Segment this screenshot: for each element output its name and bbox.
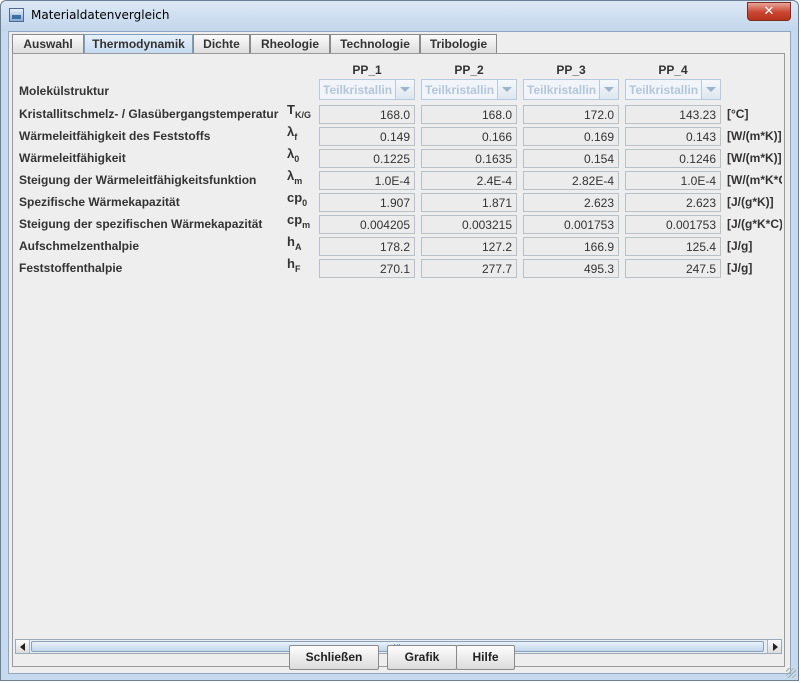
row-unit: [J/g] (727, 239, 753, 253)
value-cell[interactable]: 2.82E-4 (523, 171, 619, 190)
structure-select-value: Teilkristallin (629, 83, 699, 97)
value-cell[interactable]: 0.149 (319, 127, 415, 146)
row-label: Wärmeleitfähigkeit des Feststoffs (19, 129, 211, 143)
row-symbol: TK/G (287, 102, 311, 120)
value-cell[interactable]: 172.0 (523, 105, 619, 124)
tab-technologie[interactable]: Technologie (330, 34, 420, 53)
row-unit: [°C] (727, 107, 749, 121)
column-header: PP_3 (556, 63, 586, 77)
value-cell[interactable]: 127.2 (421, 237, 517, 256)
value-cell[interactable]: 2.623 (523, 193, 619, 212)
value-cell[interactable]: 0.143 (625, 127, 721, 146)
structure-select[interactable]: Teilkristallin (421, 79, 517, 100)
chevron-down-icon[interactable] (599, 80, 618, 99)
row-unit: [J/(g*K)] (727, 195, 774, 209)
scroll-left-arrow-icon[interactable] (16, 640, 30, 653)
value-cell[interactable]: 1.0E-4 (319, 171, 415, 190)
chevron-down-icon[interactable] (701, 80, 720, 99)
value-cell[interactable]: 0.001753 (625, 215, 721, 234)
title-bar[interactable]: Materialdatenvergleich ✕ (1, 1, 798, 31)
value-cell[interactable]: 270.1 (319, 259, 415, 278)
value-cell[interactable]: 1.907 (319, 193, 415, 212)
chevron-down-icon[interactable] (395, 80, 414, 99)
row-unit: [W/(m*K)] (727, 129, 782, 143)
value-cell[interactable]: 1.0E-4 (625, 171, 721, 190)
row-unit: [J/g] (727, 261, 753, 275)
close-button[interactable]: Schließen (289, 645, 379, 670)
comparison-table: PP_1 PP_2 PP_3 PP_4 Molekülstruktur Teil… (15, 56, 782, 636)
row-label: Spezifische Wärmekapazität (19, 195, 180, 209)
structure-select[interactable]: Teilkristallin (319, 79, 415, 100)
row-unit: [W/(m*K)] (727, 151, 782, 165)
scroll-right-arrow-icon[interactable] (767, 640, 781, 653)
close-window-button[interactable]: ✕ (747, 2, 791, 21)
structure-select-value: Teilkristallin (527, 83, 597, 97)
thermodynamics-panel: PP_1 PP_2 PP_3 PP_4 Molekülstruktur Teil… (12, 53, 785, 667)
value-cell[interactable]: 495.3 (523, 259, 619, 278)
row-symbol: cpm (287, 212, 311, 230)
value-cell[interactable]: 168.0 (421, 105, 517, 124)
tab-tribologie[interactable]: Tribologie (420, 34, 497, 53)
value-cell[interactable]: 143.23 (625, 105, 721, 124)
resize-grip-icon[interactable] (786, 668, 796, 678)
value-cell[interactable]: 0.169 (523, 127, 619, 146)
structure-select[interactable]: Teilkristallin (625, 79, 721, 100)
value-cell[interactable]: 0.001753 (523, 215, 619, 234)
column-header: PP_2 (454, 63, 484, 77)
value-cell[interactable]: 168.0 (319, 105, 415, 124)
row-label: Steigung der spezifischen Wärmekapazität (19, 217, 263, 231)
structure-select[interactable]: Teilkristallin (523, 79, 619, 100)
tab-rheologie[interactable]: Rheologie (250, 34, 330, 53)
app-icon (9, 8, 24, 22)
value-cell[interactable]: 277.7 (421, 259, 517, 278)
value-cell[interactable]: 0.1635 (421, 149, 517, 168)
value-cell[interactable]: 0.003215 (421, 215, 517, 234)
value-cell[interactable]: 125.4 (625, 237, 721, 256)
value-cell[interactable]: 0.004205 (319, 215, 415, 234)
value-cell[interactable]: 166.9 (523, 237, 619, 256)
help-button[interactable]: Hilfe (456, 645, 515, 670)
column-header: PP_4 (658, 63, 688, 77)
row-label: Wärmeleitfähigkeit (19, 151, 126, 165)
value-cell[interactable]: 178.2 (319, 237, 415, 256)
row-label-molekuelstruktur: Molekülstruktur (19, 84, 110, 98)
chevron-down-icon[interactable] (497, 80, 516, 99)
row-label: Steigung der Wärmeleitfähigkeitsfunktion (19, 173, 257, 187)
chart-button[interactable]: Grafik (387, 645, 457, 670)
value-cell[interactable]: 2.4E-4 (421, 171, 517, 190)
value-cell[interactable]: 0.1246 (625, 149, 721, 168)
structure-select-value: Teilkristallin (323, 83, 393, 97)
dialog-client-area: Auswahl Thermodynamik Dichte Rheologie T… (8, 31, 791, 674)
window: Materialdatenvergleich ✕ Auswahl Thermod… (0, 0, 799, 681)
row-unit: [W/(m*K*C)] (727, 173, 782, 187)
value-cell[interactable]: 0.166 (421, 127, 517, 146)
row-label: Aufschmelzenthalpie (19, 239, 140, 253)
value-cell[interactable]: 2.623 (625, 193, 721, 212)
row-label: Kristallitschmelz- / Glasübergangstemper… (19, 107, 279, 121)
structure-select-value: Teilkristallin (425, 83, 495, 97)
row-unit: [J/(g*K*C)] (727, 217, 782, 231)
row-symbol: λf (287, 124, 298, 142)
column-header: PP_1 (352, 63, 382, 77)
value-cell[interactable]: 0.1225 (319, 149, 415, 168)
row-symbol: hA (287, 234, 302, 252)
window-title: Materialdatenvergleich (31, 8, 170, 22)
row-symbol: hF (287, 256, 301, 274)
row-symbol: cp0 (287, 190, 308, 208)
value-cell[interactable]: 1.871 (421, 193, 517, 212)
row-label: Feststoffenthalpie (19, 261, 123, 275)
row-symbol: λ0 (287, 146, 300, 164)
tab-thermodynamik[interactable]: Thermodynamik (84, 34, 193, 53)
row-symbol: λm (287, 168, 303, 186)
value-cell[interactable]: 247.5 (625, 259, 721, 278)
tab-auswahl[interactable]: Auswahl (12, 34, 84, 53)
value-cell[interactable]: 0.154 (523, 149, 619, 168)
tab-dichte[interactable]: Dichte (193, 34, 250, 53)
